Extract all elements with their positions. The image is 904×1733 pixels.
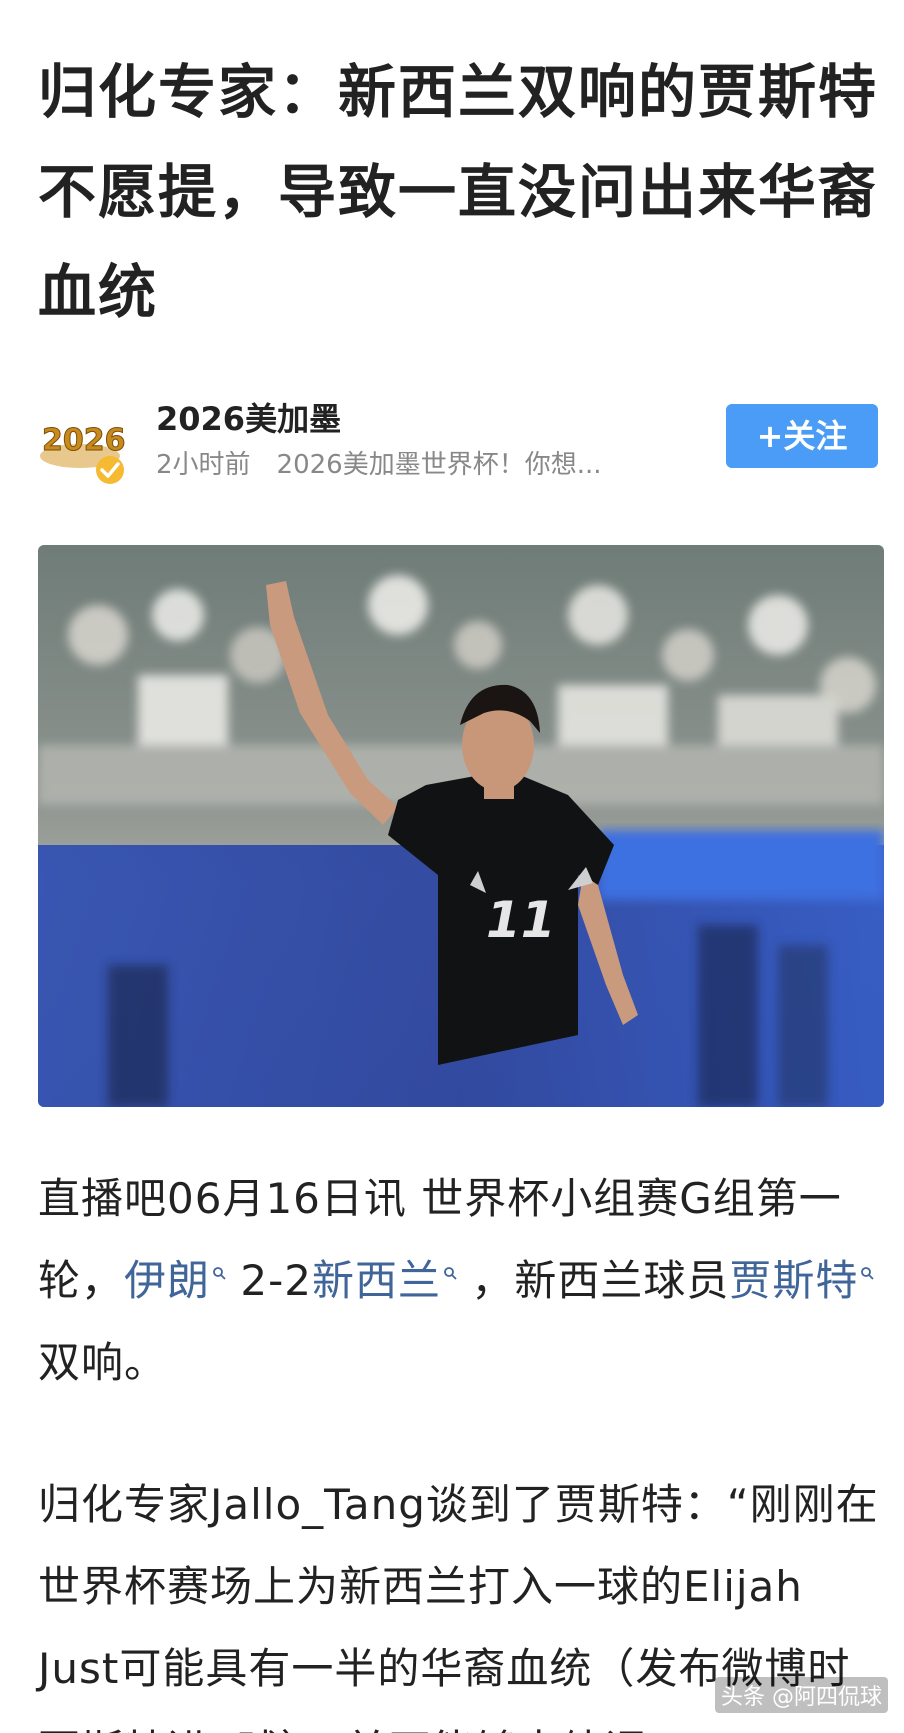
search-icon (444, 1267, 457, 1280)
author-avatar[interactable]: 2026 (38, 398, 130, 490)
article-page: 归化专家：新西兰双响的贾斯特不愿提，导致一直没问出来华裔血统 2026 2026… (0, 0, 904, 1733)
author-bar: 2026 2026美加墨 2小时前 2026美加墨世界杯！你想... +关注 (38, 388, 888, 488)
link-just[interactable]: 贾斯特 (729, 1256, 875, 1305)
avatar-logo-text: 2026 (42, 423, 126, 458)
post-time: 2小时前 (156, 450, 251, 480)
article-title: 归化专家：新西兰双响的贾斯特不愿提，导致一直没问出来华裔血统 (38, 58, 879, 326)
follow-button[interactable]: +关注 (726, 404, 878, 468)
author-name[interactable]: 2026美加墨 (156, 394, 341, 440)
search-icon (861, 1267, 875, 1280)
search-icon (213, 1267, 226, 1280)
link-iran[interactable]: 伊朗 (124, 1256, 226, 1305)
link-new-zealand[interactable]: 新西兰 (312, 1256, 457, 1305)
hero-image[interactable]: 11 (38, 545, 884, 1107)
author-description: 2026美加墨世界杯！你想... (276, 450, 602, 480)
watermark: 头条 @阿四侃球 (715, 1677, 888, 1713)
paragraph-1: 直播吧06月16日讯 世界杯小组赛G组第一轮，伊朗 2-2新西兰 ，新西兰球员贾… (38, 1158, 888, 1404)
author-meta: 2小时前 2026美加墨世界杯！你想... (156, 444, 602, 481)
jersey-number: 11 (486, 891, 556, 949)
